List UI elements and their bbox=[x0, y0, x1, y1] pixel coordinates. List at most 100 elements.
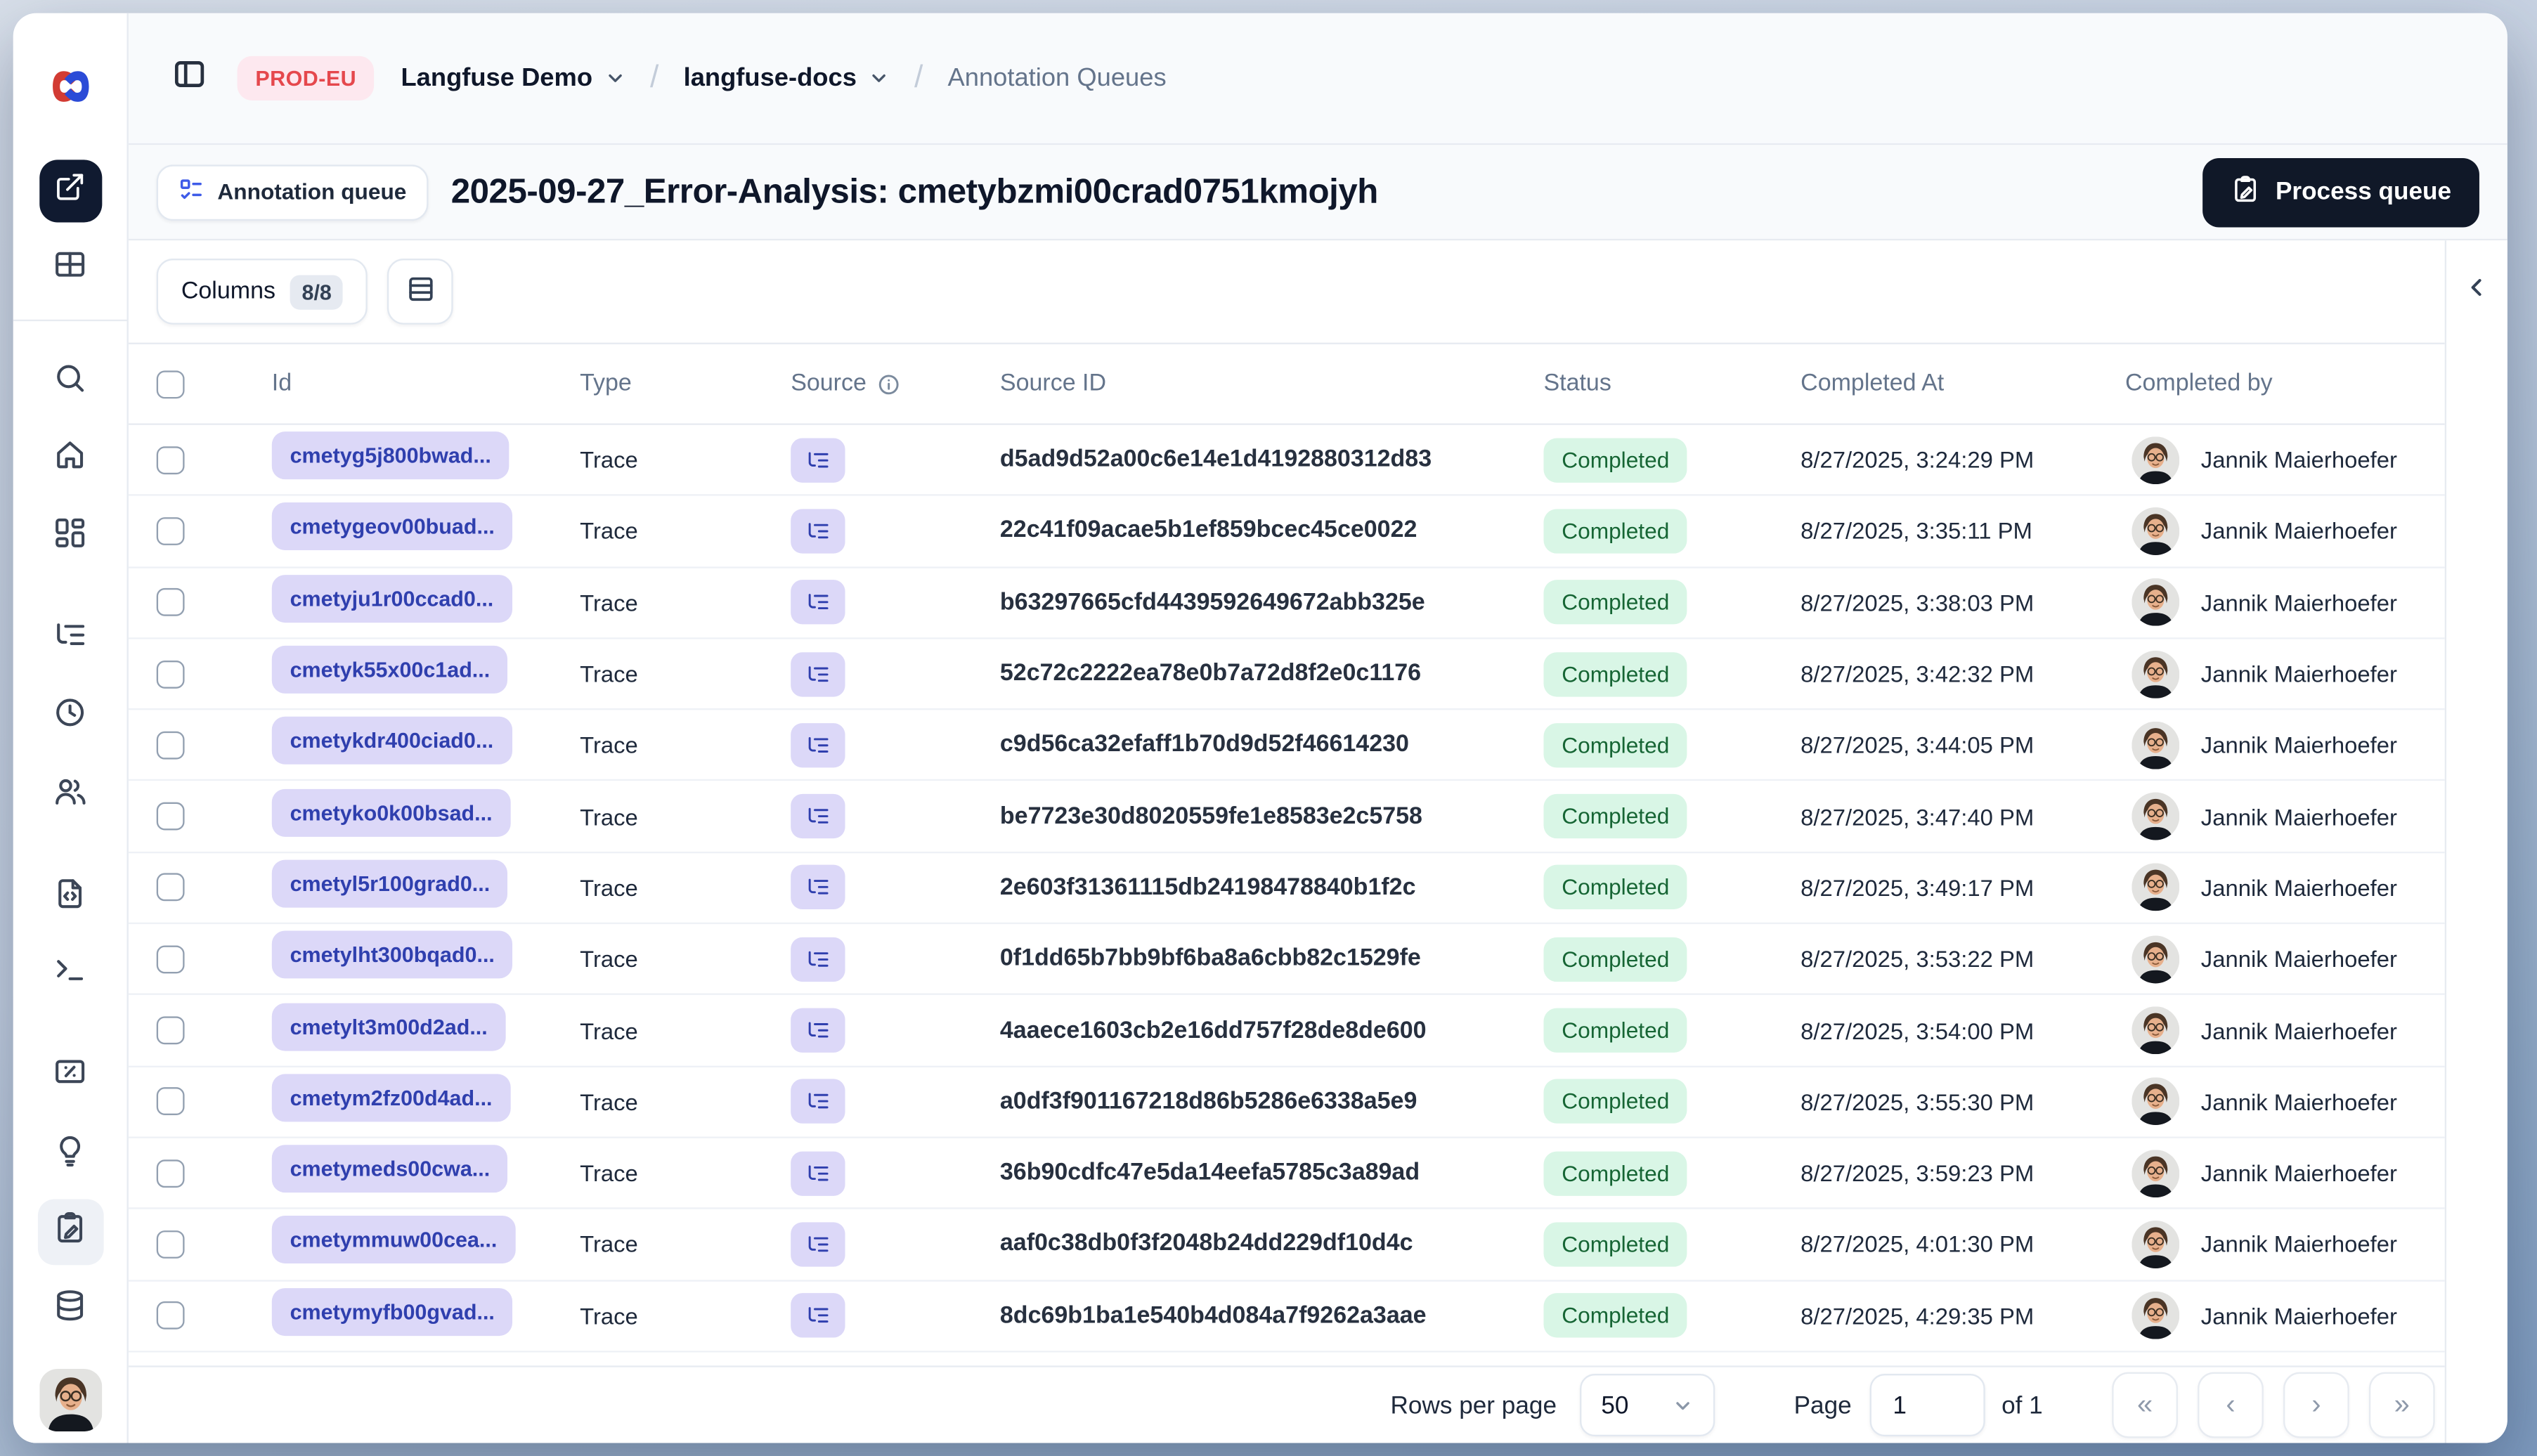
item-id-badge[interactable]: cmetymmuw00cea... bbox=[271, 1216, 516, 1264]
item-id-badge[interactable]: cmetymeds00cwa... bbox=[271, 1145, 508, 1193]
row-checkbox[interactable] bbox=[156, 1301, 185, 1330]
page-number-input[interactable] bbox=[1869, 1374, 1985, 1437]
collapse-panel-button[interactable] bbox=[2455, 270, 2498, 313]
row-checkbox[interactable] bbox=[156, 873, 185, 902]
row-checkbox[interactable] bbox=[156, 1230, 185, 1259]
trace-source-badge[interactable] bbox=[791, 1079, 845, 1124]
type-label: Trace bbox=[580, 1231, 638, 1258]
chevron-down-icon[interactable] bbox=[868, 67, 889, 89]
sidebar-item-tracing[interactable] bbox=[37, 606, 103, 672]
sidebar-item-users[interactable] bbox=[37, 762, 103, 828]
trace-source-badge[interactable] bbox=[791, 1008, 845, 1053]
users-icon bbox=[53, 774, 87, 817]
sidebar-toggle-button[interactable] bbox=[162, 50, 218, 106]
completed-by-name: Jannik Maierhoefer bbox=[2200, 589, 2397, 616]
rows-per-page-select[interactable]: 50 bbox=[1579, 1374, 1715, 1437]
trace-source-badge[interactable] bbox=[791, 722, 845, 767]
sidebar-item-evaluation[interactable] bbox=[37, 1043, 103, 1109]
row-checkbox[interactable] bbox=[156, 731, 185, 760]
trace-source-badge[interactable] bbox=[791, 509, 845, 554]
table-row[interactable]: cmetykdr400ciad0... Trace c9d56ca32efaff… bbox=[128, 710, 2445, 782]
trace-source-badge[interactable] bbox=[791, 937, 845, 982]
sidebar-item-annotation-queues[interactable] bbox=[37, 1199, 103, 1266]
completed-by-avatar bbox=[2132, 578, 2179, 626]
item-id-badge[interactable]: cmetyg5j800bwad... bbox=[271, 431, 510, 480]
item-id-badge[interactable]: cmetyko0k00bsad... bbox=[271, 788, 511, 836]
table-row[interactable]: cmetyko0k00bsad... Trace be7723e30d80205… bbox=[128, 781, 2445, 853]
item-id-badge[interactable]: cmetyl5r100grad0... bbox=[271, 859, 508, 908]
sidebar-item-insights[interactable] bbox=[37, 1122, 103, 1188]
sidebar-item-sessions[interactable] bbox=[37, 684, 103, 750]
project-selector[interactable]: langfuse-docs bbox=[684, 63, 857, 93]
row-checkbox[interactable] bbox=[156, 944, 185, 973]
environment-badge: PROD-EU bbox=[237, 56, 375, 100]
table-row[interactable]: cmetym2fz00d4ad... Trace a0df3f901167218… bbox=[128, 1067, 2445, 1138]
sidebar-item-home[interactable] bbox=[37, 425, 103, 491]
columns-button[interactable]: Columns 8/8 bbox=[156, 259, 368, 325]
row-checkbox[interactable] bbox=[156, 1016, 185, 1045]
row-checkbox[interactable] bbox=[156, 588, 185, 617]
item-id-badge[interactable]: cmetyk55x00c1ad... bbox=[271, 645, 509, 694]
sidebar-item-dashboards[interactable] bbox=[37, 504, 103, 570]
row-checkbox[interactable] bbox=[156, 1087, 185, 1116]
table-row[interactable]: cmetylht300bqad0... Trace 0f1dd65b7bb9bf… bbox=[128, 924, 2445, 996]
langfuse-logo[interactable] bbox=[48, 64, 92, 108]
trace-tree-icon bbox=[805, 804, 830, 828]
row-checkbox[interactable] bbox=[156, 516, 185, 545]
table-row[interactable]: cmetygeov00buad... Trace 22c41f09acae5b1… bbox=[128, 496, 2445, 568]
trace-source-badge[interactable] bbox=[791, 1293, 845, 1338]
evaluation-icon bbox=[53, 1054, 87, 1097]
sidebar-item-prompts[interactable] bbox=[37, 865, 103, 931]
user-avatar[interactable] bbox=[39, 1369, 101, 1431]
first-page-button[interactable]: « bbox=[2112, 1372, 2178, 1438]
previous-page-button[interactable]: ‹ bbox=[2198, 1372, 2264, 1438]
info-icon[interactable] bbox=[876, 372, 901, 396]
table-body: cmetyg5j800bwad... Trace d5ad9d52a00c6e1… bbox=[128, 425, 2445, 1366]
row-height-button[interactable] bbox=[387, 259, 454, 325]
table-row[interactable]: cmetylt3m00d2ad... Trace 4aaece1603cb2e1… bbox=[128, 996, 2445, 1067]
table-row[interactable]: cmetyl5r100grad0... Trace 2e603f31361115… bbox=[128, 853, 2445, 925]
open-external-button[interactable] bbox=[39, 160, 102, 223]
table-row[interactable]: cmetyg5j800bwad... Trace d5ad9d52a00c6e1… bbox=[128, 425, 2445, 497]
trace-source-badge[interactable] bbox=[791, 1222, 845, 1267]
chevron-down-icon[interactable] bbox=[604, 67, 625, 89]
trace-source-badge[interactable] bbox=[791, 580, 845, 625]
trace-source-badge[interactable] bbox=[791, 865, 845, 910]
trace-source-badge[interactable] bbox=[791, 651, 845, 696]
item-id-badge[interactable]: cmetylht300bqad0... bbox=[271, 930, 513, 979]
type-label: Trace bbox=[580, 1302, 638, 1330]
row-checkbox[interactable] bbox=[156, 802, 185, 831]
sidebar-item-playground[interactable] bbox=[37, 941, 103, 1007]
process-queue-button[interactable]: Process queue bbox=[2202, 157, 2479, 227]
item-id-badge[interactable]: cmetyju1r00ccad0... bbox=[271, 574, 512, 623]
item-id-badge[interactable]: cmetymyfb00gvad... bbox=[271, 1287, 513, 1336]
sidebar-item-search[interactable] bbox=[37, 349, 103, 415]
item-id-badge[interactable]: cmetym2fz00d4ad... bbox=[271, 1073, 511, 1122]
trace-source-badge[interactable] bbox=[791, 1150, 845, 1195]
type-label: Trace bbox=[580, 1017, 638, 1044]
row-checkbox[interactable] bbox=[156, 659, 185, 688]
row-checkbox[interactable] bbox=[156, 1159, 185, 1188]
clock-icon bbox=[53, 695, 87, 738]
last-page-button[interactable]: » bbox=[2368, 1372, 2435, 1438]
item-id-badge[interactable]: cmetylt3m00d2ad... bbox=[271, 1002, 506, 1051]
item-id-badge[interactable]: cmetykdr400ciad0... bbox=[271, 717, 512, 765]
type-label: Trace bbox=[580, 732, 638, 759]
trace-source-badge[interactable] bbox=[791, 437, 845, 482]
item-id-badge[interactable]: cmetygeov00buad... bbox=[271, 502, 513, 551]
completed-at-value: 8/27/2025, 3:42:32 PM bbox=[1800, 661, 2035, 687]
trace-source-badge[interactable] bbox=[791, 794, 845, 839]
table-row[interactable]: cmetymmuw00cea... Trace aaf0c38db0f3f204… bbox=[128, 1209, 2445, 1281]
select-all-checkbox[interactable] bbox=[156, 370, 185, 398]
row-checkbox[interactable] bbox=[156, 446, 185, 474]
table-row[interactable]: cmetyju1r00ccad0... Trace b63297665cfd44… bbox=[128, 568, 2445, 639]
sidebar-item-tables[interactable] bbox=[37, 235, 103, 301]
org-selector[interactable]: Langfuse Demo bbox=[401, 63, 592, 93]
table-row[interactable]: cmetymyfb00gvad... Trace 8dc69b1ba1e540b… bbox=[128, 1281, 2445, 1353]
column-header-status: Status bbox=[1543, 370, 1611, 397]
queue-type-label: Annotation queue bbox=[217, 179, 407, 204]
table-row[interactable]: cmetyk55x00c1ad... Trace 52c72c2222ea78e… bbox=[128, 639, 2445, 710]
sidebar-item-datasets[interactable] bbox=[37, 1277, 103, 1343]
next-page-button[interactable]: › bbox=[2283, 1372, 2349, 1438]
table-row[interactable]: cmetymeds00cwa... Trace 36b90cdfc47e5da1… bbox=[128, 1138, 2445, 1210]
